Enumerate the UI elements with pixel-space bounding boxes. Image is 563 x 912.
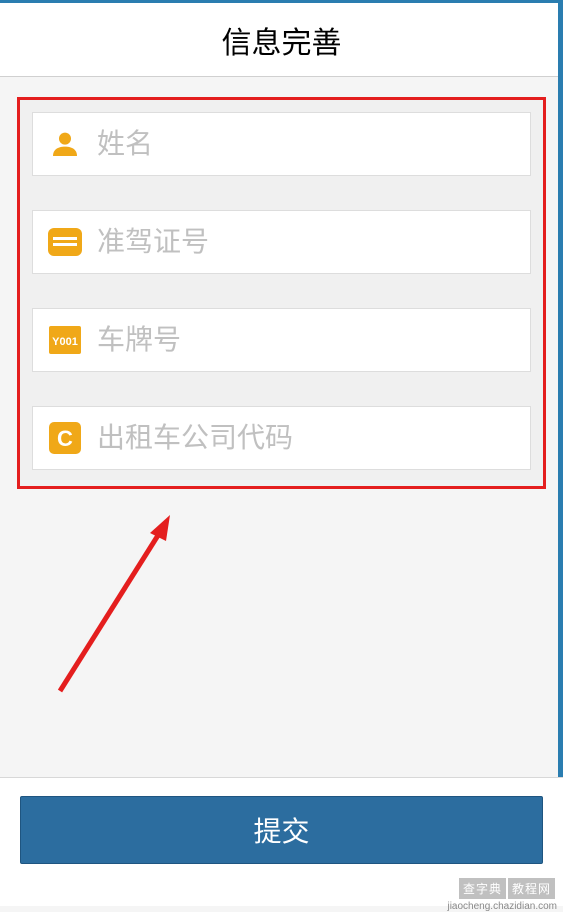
- person-icon: [47, 126, 83, 162]
- name-row[interactable]: [32, 112, 531, 176]
- page-title: 信息完善: [222, 18, 342, 62]
- svg-text:Y001: Y001: [52, 336, 78, 348]
- plate-input[interactable]: [83, 309, 516, 371]
- license-row[interactable]: [32, 210, 531, 274]
- plate-row[interactable]: Y001: [32, 308, 531, 372]
- submit-button[interactable]: 提交: [20, 796, 543, 864]
- company-code-icon: C: [47, 420, 83, 456]
- license-input[interactable]: [83, 211, 516, 273]
- svg-text:C: C: [57, 426, 73, 451]
- company-row[interactable]: C: [32, 406, 531, 470]
- watermark: 查字典 教程网: [459, 878, 555, 899]
- watermark-left: 查字典: [459, 878, 506, 899]
- watermark-right: 教程网: [508, 878, 555, 899]
- name-input[interactable]: [83, 113, 516, 175]
- header: 信息完善: [0, 3, 563, 77]
- watermark-url: jiaocheng.chazidian.com: [447, 901, 557, 912]
- form-highlight-box: Y001 C: [17, 97, 546, 489]
- plate-badge-icon: Y001: [47, 322, 83, 358]
- license-card-icon: [47, 224, 83, 260]
- annotation-arrow: [52, 503, 182, 708]
- right-edge-accent: [558, 3, 563, 906]
- company-input[interactable]: [83, 407, 516, 469]
